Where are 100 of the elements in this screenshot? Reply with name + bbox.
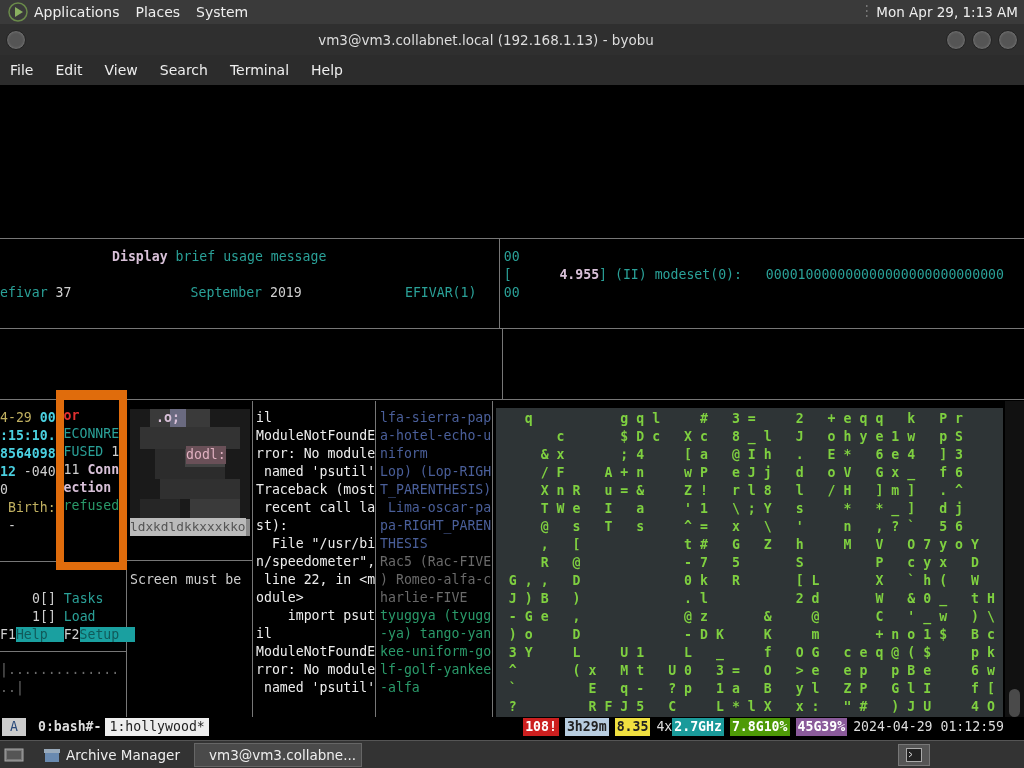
terminal-text: ection [63, 480, 112, 495]
matrix-text: J)B ) .l 2d W &0_ tH [508, 591, 1003, 606]
terminal-text: 4-29 [0, 410, 33, 425]
taskbar-button[interactable]: Archive Manager [36, 743, 190, 766]
terminal-text: Display [112, 249, 168, 264]
status-badge: 7.8G10% [729, 717, 790, 736]
archive-box-icon [44, 746, 60, 763]
meter-label: Load [63, 609, 96, 624]
terminal-icon [906, 746, 922, 763]
terminal-text: odule> [256, 590, 304, 605]
matrix-text: -Ge , @z & @ C '_w )\ [508, 609, 1003, 624]
minimize-button[interactable] [946, 29, 966, 50]
terminal-text: 4.955 [559, 267, 600, 282]
matrix-text: ` E q- ?p 1a B yl ZP GlI f[ [508, 681, 1003, 696]
terminal-text: FUSED [63, 444, 104, 459]
terminal-text: ECONNRE [63, 426, 120, 441]
terminal-text: 00 [503, 249, 520, 264]
terminal-text: 12 [0, 464, 16, 479]
terminal-text: -ya) tango-yan [380, 626, 492, 641]
terminal-text: -040 [22, 464, 56, 479]
terminal-text: 00 [503, 285, 520, 300]
status-text: 4x [656, 717, 673, 736]
matrix-text: )o D -DK K m +no1$ Bc [508, 627, 1003, 642]
menu-item[interactable]: Terminal [229, 62, 290, 78]
menu-item[interactable]: Help [311, 62, 343, 78]
panel-menu[interactable]: System [196, 4, 249, 20]
matrix-text: @ s T s ^= x \ ' n ,?` 56 [539, 519, 971, 534]
ascii-art-text: ldxkdldkkxxxkko [130, 518, 246, 536]
matrix-text: R @ -7 5 S P cyx D [539, 555, 987, 570]
function-key: F2 [63, 627, 80, 642]
separator-handle-icon [865, 4, 869, 20]
window-tab[interactable]: 0:bash#- [33, 717, 106, 736]
terminal-text: n/speedometer", [256, 554, 376, 569]
terminal-text: Screen must be [130, 572, 242, 587]
terminal-text: Lop) (Lop-RIGH [380, 464, 492, 479]
terminal-text: tyuggya (tyugg [380, 608, 492, 623]
panel-menu[interactable]: Applications [34, 4, 120, 20]
status-badge: 2.7GHz [672, 717, 724, 736]
terminal-text: harlie-FIVE [380, 590, 468, 605]
scrollbar-thumb[interactable] [1008, 689, 1020, 717]
menu-item[interactable]: File [10, 62, 34, 78]
matrix-text: ? RFJ5 C L*lX x: "# )JU 4O [508, 699, 1003, 714]
terminal-text: September [190, 285, 263, 300]
progress-dots: |.............. [0, 662, 120, 677]
terminal-text: il [256, 410, 272, 425]
terminal-text: - [6, 518, 16, 533]
matrix-text: ^ (x Mt U0 3= O >e ep pBe 6w [508, 663, 1003, 678]
panel-clock[interactable]: Mon Apr 29, 1:13 AM [876, 4, 1018, 20]
terminal-text: Rac5 (Rac-FIVE [380, 554, 492, 569]
terminal-text: EFIVAR(1) [404, 285, 477, 300]
status-datetime: 2024-04-29 01:12:59 [853, 717, 1004, 736]
matrix-text: , [ t# G Z h M V O7yoY [539, 537, 987, 552]
terminal-text: THESIS [380, 536, 428, 551]
ascii-art-text: dodl: [186, 446, 226, 464]
terminal-text: 11 [63, 462, 81, 477]
terminal-text: T_PARENTHESIS) [380, 482, 492, 497]
session-badge: A [2, 717, 26, 736]
terminal-text: File "/usr/bi [270, 536, 376, 551]
meter-label: Tasks [63, 591, 104, 606]
taskbar-button[interactable]: vm3@vm3.collabne... [194, 742, 362, 767]
terminal-text: lf-golf-yankee [380, 662, 492, 677]
menu-item[interactable]: Search [159, 62, 208, 78]
status-badge: 108! [523, 717, 559, 736]
terminal-launcher-button[interactable] [898, 743, 930, 766]
terminal-text: st): [256, 518, 288, 533]
terminal-text: Conn [87, 462, 120, 477]
terminal-text: 2019 [268, 285, 303, 300]
status-badge: 8.35 [614, 717, 651, 736]
maximize-button[interactable] [972, 29, 992, 50]
meter-label: 1[] [31, 609, 56, 624]
panel-menu[interactable]: Places [135, 4, 181, 20]
desktop-icon[interactable] [4, 746, 24, 763]
terminal-text: ModuleNotFoundE [256, 644, 376, 659]
terminal-text: named 'psutil' [262, 464, 376, 479]
terminal-text: 00 [39, 410, 56, 425]
terminal-text: [ [503, 267, 513, 282]
terminal-text: efivar [0, 285, 48, 300]
terminal-text: Birth: [6, 500, 56, 515]
menu-item[interactable]: Edit [55, 62, 83, 78]
terminal-text: ModuleNotFoundE [256, 428, 376, 443]
terminal-text: 0 [0, 482, 8, 497]
terminal-text: or [63, 408, 80, 423]
terminal-text: Lima-oscar-pa [387, 500, 492, 515]
matrix-text: G,, D 0k R [L X `h( W [508, 573, 987, 588]
window-tab[interactable]: 1:hollywood* [105, 717, 209, 736]
window-menu-button[interactable] [6, 29, 26, 50]
terminal-text: rror: No module [256, 446, 376, 461]
menu-item[interactable]: View [104, 62, 138, 78]
close-button[interactable] [998, 29, 1018, 50]
terminal-text: niform [380, 446, 428, 461]
terminal-text: import psut [286, 608, 376, 623]
function-key: F1 [0, 627, 16, 642]
foot-logo-icon[interactable] [8, 2, 28, 22]
terminal-text: rror: No module [256, 662, 376, 677]
terminal-text: :15:10. [0, 428, 56, 443]
status-badge: 45G39% [795, 717, 848, 736]
matrix-text: q gql # 3= 2 +eqq k Pr [523, 411, 971, 426]
matrix-text: TWe I a '1 \;Y s * *_] dj [539, 501, 971, 516]
matrix-text: /F A+n wP eJj d oV Gx_ f6 [539, 465, 971, 480]
progress-dots: ..| [0, 680, 24, 695]
